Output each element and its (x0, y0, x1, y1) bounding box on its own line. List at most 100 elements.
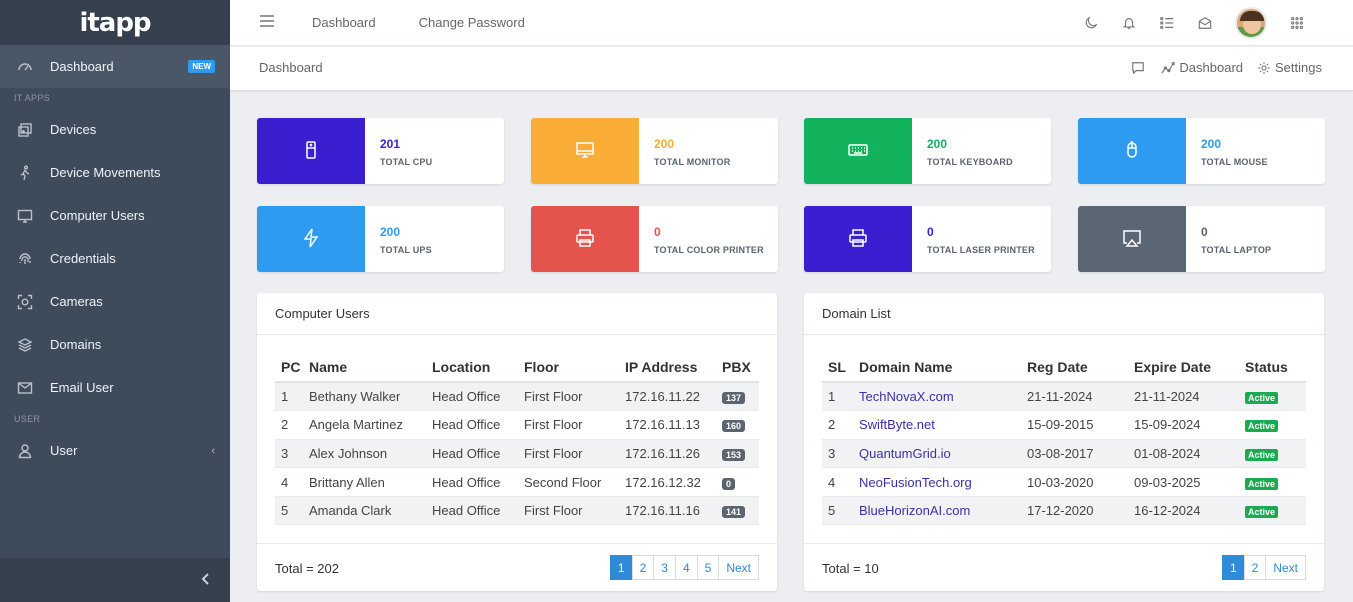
top-link-change-password[interactable]: Change Password (419, 15, 525, 30)
sidebar: itapp Dashboard NEW IT APPS Devices Devi… (0, 0, 230, 602)
table-row[interactable]: 4 Brittany Allen Head Office Second Floor 17… (275, 467, 759, 497)
pagination-page[interactable]: 2 (631, 555, 655, 580)
fingerprint-icon (16, 250, 34, 268)
sidebar-item-label: Email User (50, 380, 114, 395)
monitor-icon (575, 140, 595, 163)
stat-card-total-keyboard[interactable]: 200 TOTAL KEYBOARD (804, 118, 1051, 184)
breadcrumb-link-settings[interactable]: Settings (1275, 60, 1322, 75)
envelope-open-icon[interactable] (1197, 15, 1213, 31)
pagination-page[interactable]: 3 (653, 555, 676, 580)
avatar[interactable] (1235, 7, 1267, 39)
pagination-next[interactable]: Next (718, 555, 759, 580)
stat-icon-box (804, 118, 912, 184)
sidebar-item-label: User (50, 443, 78, 458)
table-row[interactable]: 5 Amanda Clark Head Office First Floor 172.1… (275, 496, 759, 526)
column-header[interactable]: PC (275, 353, 303, 383)
stat-card-total-monitor[interactable]: 200 TOTAL MONITOR (531, 118, 778, 184)
column-header[interactable]: Location (426, 353, 518, 383)
breadcrumb-link-dashboard[interactable]: Dashboard (1179, 60, 1243, 75)
table-cell: 4 (822, 467, 853, 497)
table-cell: Head Office (426, 382, 518, 412)
pagination-page[interactable]: 5 (696, 555, 720, 580)
stat-value: 200 (654, 137, 675, 151)
devices-icon (16, 121, 34, 139)
sidebar-item-device-movements[interactable]: Device Movements (0, 151, 230, 194)
bell-icon[interactable] (1121, 15, 1137, 31)
top-link-dashboard[interactable]: Dashboard (312, 15, 376, 30)
list-icon[interactable] (1159, 15, 1175, 31)
stat-card-total-ups[interactable]: 200 TOTAL UPS (257, 206, 504, 272)
stat-value: 0 (927, 225, 934, 239)
table-cell: NeoFusionTech.org (853, 467, 1021, 497)
table-cell: Brittany Allen (303, 467, 426, 497)
stat-icon-box (804, 206, 912, 272)
table-row[interactable]: 2 Angela Martinez Head Office First Floor 17… (275, 410, 759, 440)
column-header[interactable]: IP Address (619, 353, 716, 383)
sidebar-item-email-user[interactable]: Email User (0, 366, 230, 409)
sidebar-item-domains[interactable]: Domains (0, 323, 230, 366)
status-badge: Active (1245, 420, 1279, 433)
table-row[interactable]: 2 SwiftByte.net 15-09-2015 15-09-2024 Active (822, 410, 1306, 440)
domain-link[interactable]: SwiftByte.net (859, 417, 935, 432)
pbx-badge: 0 (722, 477, 736, 490)
pagination-page[interactable]: 4 (674, 555, 698, 580)
sidebar-item-dashboard[interactable]: Dashboard NEW (0, 45, 230, 88)
table-row[interactable]: 1 Bethany Walker Head Office First Floor 172… (275, 382, 759, 412)
sidebar-item-label: Cameras (50, 294, 103, 309)
stat-text: 200 TOTAL KEYBOARD (912, 118, 1013, 184)
camera-icon (16, 293, 34, 311)
stat-card-total-color-printer[interactable]: 0 TOTAL COLOR PRINTER (531, 206, 778, 272)
column-header[interactable]: Status (1239, 353, 1306, 383)
cpu-icon (301, 140, 321, 163)
stat-card-total-cpu[interactable]: 201 TOTAL CPU (257, 118, 504, 184)
sidebar-item-computer-users[interactable]: Computer Users (0, 194, 230, 237)
chat-icon[interactable] (1131, 61, 1145, 75)
column-header[interactable]: PBX (716, 353, 759, 383)
table-cell: First Floor (518, 439, 619, 469)
table-cell: 15-09-2015 (1021, 410, 1128, 440)
table-row[interactable]: 3 Alex Johnson Head Office First Floor 172.1… (275, 439, 759, 469)
column-header[interactable]: Domain Name (853, 353, 1021, 383)
pbx-badge: 141 (722, 506, 746, 519)
table-cell: 01-08-2024 (1128, 439, 1239, 469)
pagination-page[interactable]: 1 (1221, 555, 1245, 580)
sidebar-item-credentials[interactable]: Credentials (0, 237, 230, 280)
menu-toggle-icon[interactable] (260, 15, 276, 30)
moon-icon[interactable] (1083, 15, 1099, 31)
column-header[interactable]: Expire Date (1128, 353, 1239, 383)
domain-link[interactable]: BlueHorizonAI.com (859, 503, 970, 518)
collapse-sidebar-icon[interactable] (200, 572, 212, 588)
stat-label: TOTAL LAPTOP (1201, 245, 1272, 255)
domain-link[interactable]: NeoFusionTech.org (859, 475, 972, 490)
gauge-icon (16, 58, 34, 76)
logo[interactable]: itapp (0, 0, 230, 45)
stat-text: 200 TOTAL UPS (365, 206, 432, 272)
pagination-next[interactable]: Next (1265, 555, 1306, 580)
sidebar-item-cameras[interactable]: Cameras (0, 280, 230, 323)
sidebar-item-devices[interactable]: Devices (0, 108, 230, 151)
walking-icon (16, 164, 34, 182)
pagination-page[interactable]: 1 (609, 555, 633, 580)
column-header[interactable]: Floor (518, 353, 619, 383)
table-cell: TechNovaX.com (853, 382, 1021, 412)
domain-link[interactable]: TechNovaX.com (859, 389, 954, 404)
pagination-page[interactable]: 2 (1243, 555, 1267, 580)
stat-card-total-laptop[interactable]: 0 TOTAL LAPTOP (1078, 206, 1325, 272)
stat-card-total-mouse[interactable]: 200 TOTAL MOUSE (1078, 118, 1325, 184)
table-row[interactable]: 5 BlueHorizonAI.com 17-12-2020 16-12-2024 Ac… (822, 496, 1306, 526)
table-row[interactable]: 3 QuantumGrid.io 03-08-2017 01-08-2024 Activ… (822, 439, 1306, 469)
column-header[interactable]: Reg Date (1021, 353, 1128, 383)
table-row[interactable]: 4 NeoFusionTech.org 10-03-2020 09-03-2025 Ac… (822, 467, 1306, 497)
sidebar-collapse-bar (0, 558, 230, 602)
apps-grid-icon[interactable] (1289, 15, 1305, 31)
column-header[interactable]: SL (822, 353, 853, 383)
table-row[interactable]: 1 TechNovaX.com 21-11-2024 21-11-2024 Active (822, 382, 1306, 412)
sidebar-item-user[interactable]: User ‹ (0, 429, 230, 472)
sidebar-item-label: Computer Users (50, 208, 145, 223)
stat-icon-box (257, 118, 365, 184)
stat-icon-box (531, 118, 639, 184)
stat-card-total-laser-printer[interactable]: 0 TOTAL LASER PRINTER (804, 206, 1051, 272)
column-header[interactable]: Name (303, 353, 426, 383)
status-badge: Active (1245, 477, 1279, 490)
domain-link[interactable]: QuantumGrid.io (859, 446, 951, 461)
